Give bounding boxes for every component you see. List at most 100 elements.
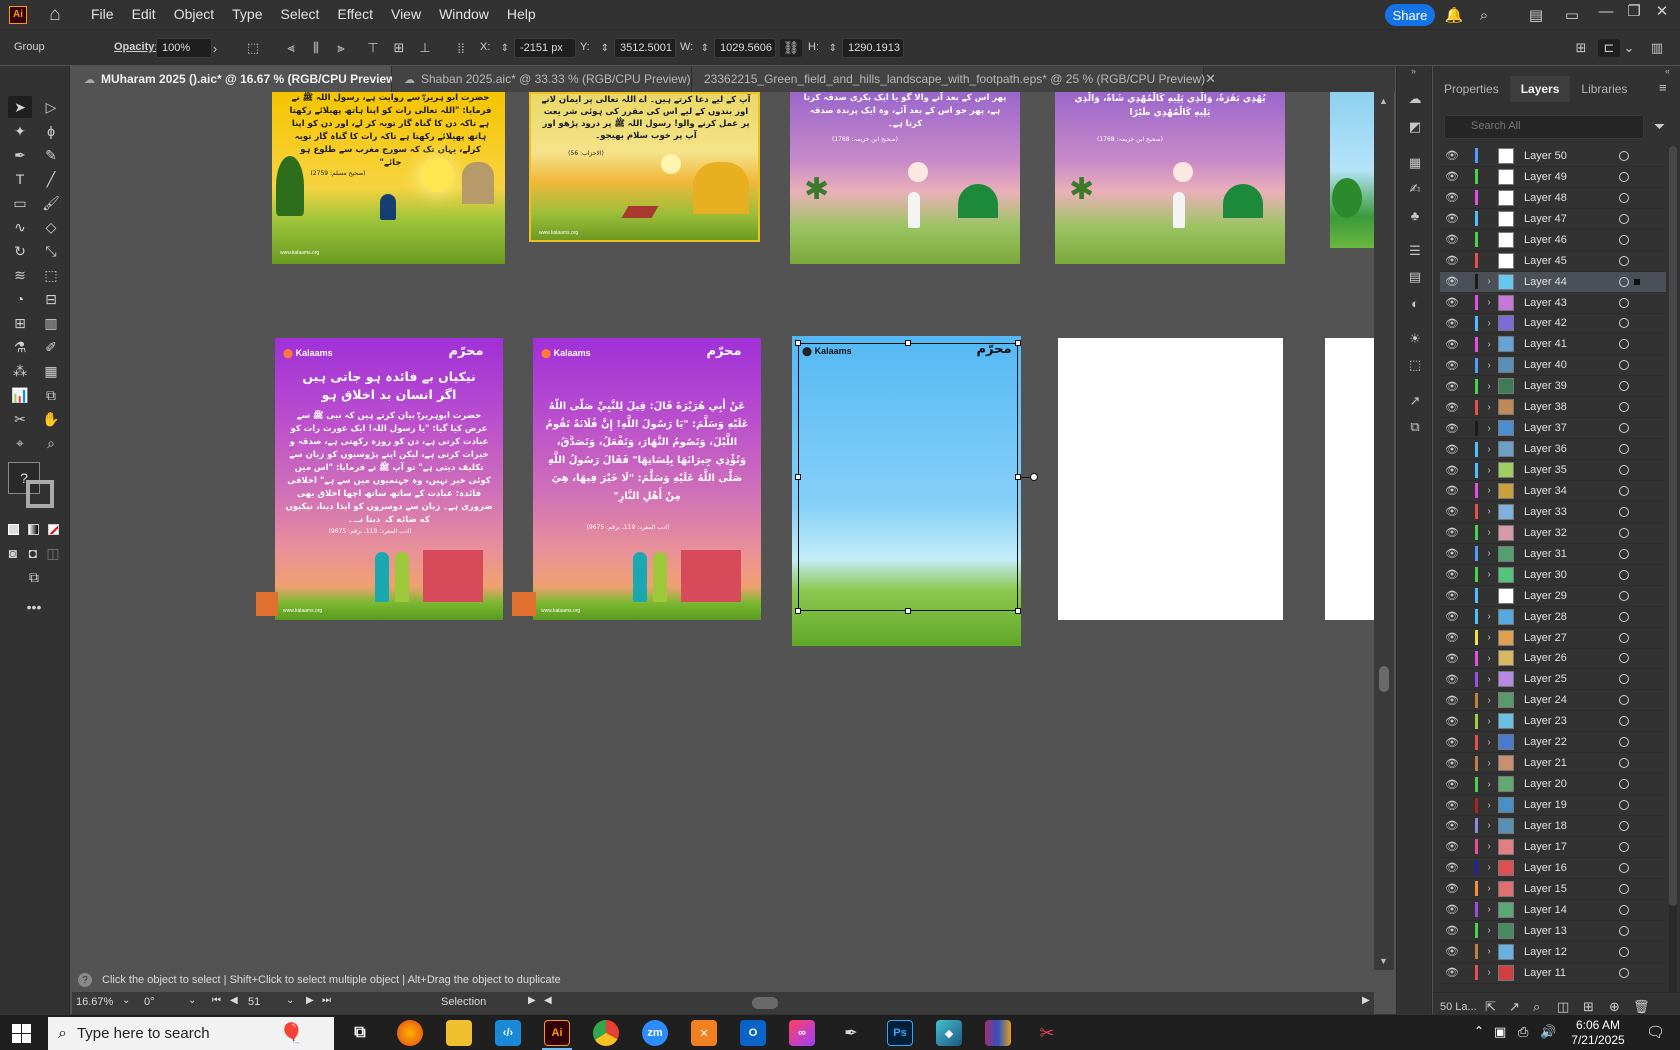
expand-chevron-icon[interactable]: › (1482, 820, 1496, 831)
layer-row[interactable]: 👁 › Layer 30 (1440, 565, 1666, 586)
layer-row[interactable]: 👁 Layer 47 (1440, 209, 1666, 230)
visibility-eye-icon[interactable]: 👁 (1444, 715, 1460, 728)
target-circle-icon[interactable] (1619, 360, 1629, 371)
target-circle-icon[interactable] (1619, 318, 1629, 329)
h-stepper-icon[interactable]: ⇕ (824, 39, 842, 57)
layer-row[interactable]: 👁 › Layer 20 (1440, 774, 1666, 796)
layer-name[interactable]: Layer 25 (1524, 673, 1614, 685)
layer-row[interactable]: 👁 Layer 50 (1440, 146, 1666, 167)
menu-object[interactable]: Object (165, 0, 223, 29)
align-right-icon[interactable]: ⫸ (332, 39, 350, 57)
tab-shaban-2025[interactable]: ☁ Shaban 2025.aic* @ 33.33 % (RGB/CPU Pr… (392, 66, 702, 92)
target-circle-icon[interactable] (1619, 485, 1629, 496)
shaper-tool-icon[interactable]: ∿ (8, 216, 32, 238)
menu-type[interactable]: Type (223, 0, 271, 29)
expand-chevron-icon[interactable]: › (1482, 674, 1496, 685)
selection-handle[interactable] (795, 340, 801, 346)
scroll-right-icon[interactable]: ▶ (1362, 995, 1370, 1006)
magic-wand-tool-icon[interactable]: ✦ (8, 120, 32, 142)
layer-row[interactable]: 👁 › Layer 21 (1440, 753, 1666, 775)
w-stepper-icon[interactable]: ⇕ (696, 39, 714, 57)
gradient-tool-icon[interactable]: ▥ (39, 312, 63, 334)
zoom-tool-icon[interactable]: ⌕ (39, 432, 63, 454)
visibility-eye-icon[interactable]: 👁 (1444, 861, 1460, 874)
opacity-field[interactable]: 100% (156, 38, 212, 58)
share-button[interactable]: Share (1385, 4, 1435, 26)
expand-chevron-icon[interactable]: › (1482, 716, 1496, 727)
rotate-tool-icon[interactable]: ↻ (8, 240, 32, 262)
layer-row[interactable]: 👁 › Layer 23 (1440, 711, 1666, 733)
layer-row[interactable]: 👁 Layer 46 (1440, 230, 1666, 251)
tab-green-field[interactable]: 23362215_Green_field_and_hills_landscape… (692, 66, 1216, 92)
tab-properties[interactable]: Properties (1433, 76, 1510, 102)
draw-inside-icon[interactable]: ◫ (44, 542, 62, 564)
expand-chevron-icon[interactable]: › (1482, 297, 1496, 308)
visibility-eye-icon[interactable]: 👁 (1444, 757, 1460, 770)
transform-icon[interactable]: ⊞ (1572, 39, 1590, 57)
layer-name[interactable]: Layer 30 (1524, 569, 1614, 581)
pen-tool-app-icon[interactable]: ✒ (838, 1020, 864, 1046)
target-circle-icon[interactable] (1619, 297, 1629, 308)
expand-chevron-icon[interactable]: › (1482, 402, 1496, 413)
menu-effect[interactable]: Effect (328, 0, 382, 29)
layer-name[interactable]: Layer 14 (1524, 904, 1614, 916)
artboard-7[interactable]: ⬤ Kalaams محرّم عَنْ أَبِي هُرَيْرَةَ قَ… (533, 338, 761, 620)
expand-chevron-icon[interactable]: › (1482, 569, 1496, 580)
visibility-eye-icon[interactable]: 👁 (1444, 694, 1460, 707)
edit-toolbar-icon[interactable]: ••• (22, 596, 46, 618)
chevron-down-icon[interactable]: ⌄ (188, 995, 196, 1006)
y-stepper-icon[interactable]: ⇕ (596, 39, 614, 57)
expand-chevron-icon[interactable]: › (1482, 360, 1496, 371)
layer-name[interactable]: Layer 21 (1524, 757, 1614, 769)
export-icon[interactable]: ↗ (1406, 392, 1424, 410)
panel-menu-icon[interactable]: ≡ (1659, 80, 1667, 95)
gradient-panel-icon[interactable]: ▤ (1406, 268, 1424, 286)
target-circle-icon[interactable] (1619, 506, 1629, 517)
expand-chevron-icon[interactable]: › (1482, 653, 1496, 664)
expand-chevron-icon[interactable]: › (1482, 946, 1496, 957)
artboard-6[interactable]: ⬤ Kalaams محرّم نیکیاں بے فائدہ ہو جاتی … (275, 338, 503, 620)
target-circle-icon[interactable] (1619, 213, 1629, 224)
target-circle-icon[interactable] (1619, 716, 1629, 727)
target-circle-icon[interactable] (1619, 925, 1629, 936)
expand-chevron-icon[interactable]: › (1482, 904, 1496, 915)
layer-row[interactable]: 👁 › Layer 32 (1440, 523, 1666, 544)
layer-row[interactable]: 👁 Layer 45 (1440, 251, 1666, 272)
layer-row[interactable]: 👁 › Layer 44 (1440, 271, 1666, 293)
close-tab-icon[interactable]: ✕ (1205, 71, 1216, 87)
layer-row[interactable]: 👁 › Layer 37 (1440, 418, 1666, 440)
fill-color-mode-icon[interactable] (4, 518, 22, 540)
layer-row[interactable]: 👁 › Layer 15 (1440, 879, 1666, 900)
next-artboard-icon[interactable]: ▶ (306, 995, 314, 1006)
paintbrush-tool-icon[interactable]: 🖌 (39, 192, 63, 214)
app-gem-icon[interactable]: ◆ (936, 1020, 962, 1046)
scroll-thumb[interactable] (1379, 666, 1389, 692)
zoom-icon[interactable]: zm (642, 1020, 668, 1046)
layer-name[interactable]: Layer 23 (1524, 715, 1614, 727)
artboard-2[interactable]: آپ کے لیے دعا کرتے ہیں۔ اے اللہ تعالی پر… (529, 92, 760, 242)
taskbar-search-box[interactable]: ⌕ Type here to search 🎈 (48, 1017, 334, 1050)
visibility-eye-icon[interactable]: 👁 (1444, 924, 1460, 937)
layer-name[interactable]: Layer 33 (1524, 506, 1614, 518)
expand-chevron-icon[interactable]: › (1482, 779, 1496, 790)
expand-chevron-icon[interactable]: › (1482, 925, 1496, 936)
target-circle-icon[interactable] (1619, 737, 1629, 748)
layer-name[interactable]: Layer 41 (1524, 338, 1614, 350)
zoom-field[interactable]: 16.67% (76, 996, 122, 1008)
target-circle-icon[interactable] (1619, 695, 1629, 706)
layer-row[interactable]: 👁 › Layer 22 (1440, 732, 1666, 754)
y-field[interactable]: 3512.5001 p (614, 38, 676, 58)
visibility-eye-icon[interactable]: 👁 (1444, 338, 1460, 351)
brushes-icon[interactable]: ✍ (1406, 180, 1424, 198)
visibility-eye-icon[interactable]: 👁 (1444, 233, 1460, 246)
x-field[interactable]: -2151 px (514, 38, 576, 58)
visibility-eye-icon[interactable]: 👁 (1444, 589, 1460, 602)
layer-row[interactable]: 👁 › Layer 27 (1440, 628, 1666, 649)
eraser-tool-icon[interactable]: ◇ (39, 216, 63, 238)
layer-row[interactable]: 👁 Layer 48 (1440, 188, 1666, 209)
artboards-panel-icon[interactable]: ⧉ (1406, 418, 1424, 436)
screen-mode-icon[interactable]: ⧉ (22, 566, 46, 588)
blend-tool-icon[interactable]: ✐ (39, 336, 63, 358)
direct-selection-tool-icon[interactable]: ▷ (39, 96, 63, 118)
slice-tool-icon[interactable]: ✂ (8, 408, 32, 430)
